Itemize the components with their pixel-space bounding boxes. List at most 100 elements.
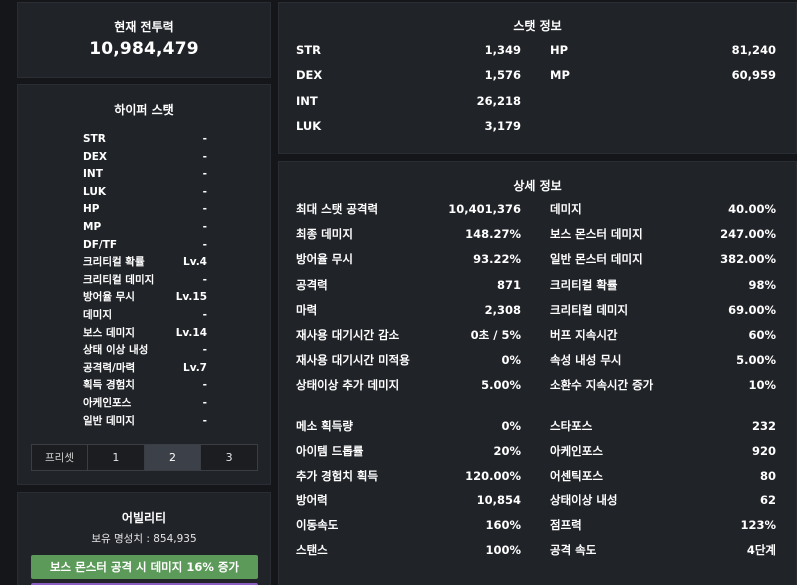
hyper-stat-title: 하이퍼 스탯 <box>114 103 174 117</box>
detail-value: 93.22% <box>473 252 521 267</box>
hyper-stat-level: - <box>202 133 207 145</box>
hyper-stat-name: MP <box>83 220 102 233</box>
detail-row: 방어율 무시 93.22% <box>296 247 521 272</box>
stat-row: MP 60,959 <box>550 63 776 88</box>
preset-selector: 프리셋 1 2 3 <box>31 444 258 471</box>
stat-value: 1,349 <box>484 43 521 57</box>
hyper-stat-name: DF/TF <box>83 238 118 251</box>
stat-name: STR <box>296 43 321 57</box>
detail-value: 0% <box>501 353 521 368</box>
preset-label: 프리셋 <box>32 445 88 470</box>
hyper-stat-row: DEX - <box>83 149 207 167</box>
hyper-stat-row: INT - <box>83 166 207 184</box>
detail-row: 최대 스탯 공격력 10,401,376 <box>296 197 521 222</box>
detail-row: 상태이상 추가 데미지 5.00% <box>296 373 521 398</box>
stat-row: INT 26,218 <box>296 89 521 114</box>
detail-row: 메소 획득량 0% <box>296 414 521 439</box>
hyper-stat-row: MP - <box>83 219 207 237</box>
detail-value: 62 <box>759 493 776 508</box>
hyper-stat-row: 크리티컬 확률 Lv.4 <box>83 254 207 272</box>
detail-name: 어센틱포스 <box>550 468 603 483</box>
ability-title: 어빌리티 <box>121 511 167 525</box>
hyper-stat-level: - <box>202 396 207 409</box>
hyper-stat-name: 데미지 <box>83 308 112 321</box>
stat-name: MP <box>550 68 570 83</box>
hyper-stat-name: 상태 이상 내성 <box>83 344 149 357</box>
hyper-stat-level: - <box>202 379 207 392</box>
detail-name: 보스 몬스터 데미지 <box>550 227 643 242</box>
detail-name: 메소 획득량 <box>296 419 353 433</box>
hyper-stat-level: - <box>202 220 207 233</box>
stat-value: 26,218 <box>476 93 521 108</box>
ability-panel: 어빌리티 보유 명성치 : 854,935 보스 몬스터 공격 시 데미지 16… <box>17 492 271 585</box>
stat-name: DEX <box>296 68 323 83</box>
hyper-stat-name: 크리티컬 데미지 <box>83 273 155 286</box>
detail-name: 스탠스 <box>296 543 328 557</box>
preset-button-1[interactable]: 1 <box>88 445 145 470</box>
hyper-stat-name: 일반 데미지 <box>83 414 135 427</box>
detail-value: 5.00% <box>736 353 776 368</box>
stat-value: 81,240 <box>731 43 776 57</box>
hyper-stat-name: STR <box>83 133 106 145</box>
detail-row: 마력 2,308 <box>296 298 521 323</box>
combat-power-panel: 현재 전투력 10,984,479 <box>17 2 271 78</box>
detail-value: 2,308 <box>484 302 521 317</box>
detail-value: 10% <box>748 378 776 393</box>
detail-value: 160% <box>485 518 521 533</box>
hyper-stat-row: 데미지 - <box>83 307 207 325</box>
detail-name: 아케인포스 <box>550 443 603 458</box>
detail-row: 일반 몬스터 데미지 382.00% <box>550 247 776 272</box>
stat-name: HP <box>550 43 569 57</box>
detail-row: 스타포스 232 <box>550 414 776 439</box>
detail-name: 마력 <box>296 302 318 317</box>
hyper-stat-panel: 하이퍼 스탯 STR - DEX - INT - LUK - HP - MP - DF/TF - 크리티컬 … <box>17 84 271 485</box>
detail-name: 일반 몬스터 데미지 <box>550 252 643 267</box>
hyper-stat-row: 보스 데미지 Lv.14 <box>83 325 207 343</box>
detail-name: 공격력 <box>296 277 328 292</box>
stat-value: 60,959 <box>731 68 776 83</box>
hyper-stat-list: STR - DEX - INT - LUK - HP - MP - DF/TF - 크리티컬 확률 Lv.4 크… <box>83 131 207 430</box>
detail-row: 공격력 871 <box>296 273 521 298</box>
hyper-stat-row: LUK - <box>83 184 207 202</box>
detail-name: 방어율 무시 <box>296 252 353 267</box>
hyper-stat-level: - <box>202 238 207 251</box>
detail-value: 69.00% <box>728 302 776 317</box>
hyper-stat-name: 크리티컬 확률 <box>83 256 145 269</box>
stat-name: LUK <box>296 118 322 133</box>
detail-name: 상태이상 내성 <box>550 493 618 508</box>
detail-name: 스타포스 <box>550 419 593 433</box>
detail-name: 공격 속도 <box>550 543 597 557</box>
detail-row: 데미지 40.00% <box>550 197 776 222</box>
stat-row: HP 81,240 <box>550 38 776 63</box>
combat-power-value: 10,984,479 <box>89 39 199 59</box>
detail-info-panel: 상세 정보 최대 스탯 공격력 10,401,376 최종 데미지 148.27% 방어… <box>278 161 797 585</box>
detail-value: 382.00% <box>720 252 776 267</box>
detail-name: 재사용 대기시간 감소 <box>296 328 400 342</box>
hyper-stat-name: LUK <box>83 185 106 198</box>
detail-name: 점프력 <box>550 518 582 533</box>
hyper-stat-row: 크리티컬 데미지 - <box>83 272 207 290</box>
detail-row: 이동속도 160% <box>296 513 521 538</box>
detail-row: 크리티컬 데미지 69.00% <box>550 298 776 323</box>
stat-info-panel: 스탯 정보 STR 1,349 DEX 1,576 INT 26,218 LUK 3,179 H… <box>278 2 797 154</box>
detail-name: 크리티컬 확률 <box>550 277 618 292</box>
hyper-stat-row: 방어율 무시 Lv.15 <box>83 289 207 307</box>
detail-name: 데미지 <box>550 202 582 216</box>
detail-value: 0% <box>501 419 521 433</box>
detail-row: 추가 경험치 획득 120.00% <box>296 464 521 489</box>
detail-name: 이동속도 <box>296 518 339 533</box>
detail-row: 방어력 10,854 <box>296 488 521 513</box>
hyper-stat-name: 보스 데미지 <box>83 326 135 339</box>
hyper-stat-row: 아케인포스 - <box>83 395 207 413</box>
stat-row: STR 1,349 <box>296 38 521 63</box>
detail-value: 10,401,376 <box>448 202 521 216</box>
preset-button-3[interactable]: 3 <box>201 445 257 470</box>
detail-name: 소환수 지속시간 증가 <box>550 378 654 393</box>
detail-row: 소환수 지속시간 증가 10% <box>550 373 776 398</box>
hyper-stat-name: 아케인포스 <box>83 396 132 409</box>
detail-name: 방어력 <box>296 493 328 508</box>
preset-button-2[interactable]: 2 <box>144 445 202 470</box>
hyper-stat-level: - <box>202 203 207 216</box>
hyper-stat-level: - <box>202 185 207 198</box>
detail-row: 최종 데미지 148.27% <box>296 222 521 247</box>
